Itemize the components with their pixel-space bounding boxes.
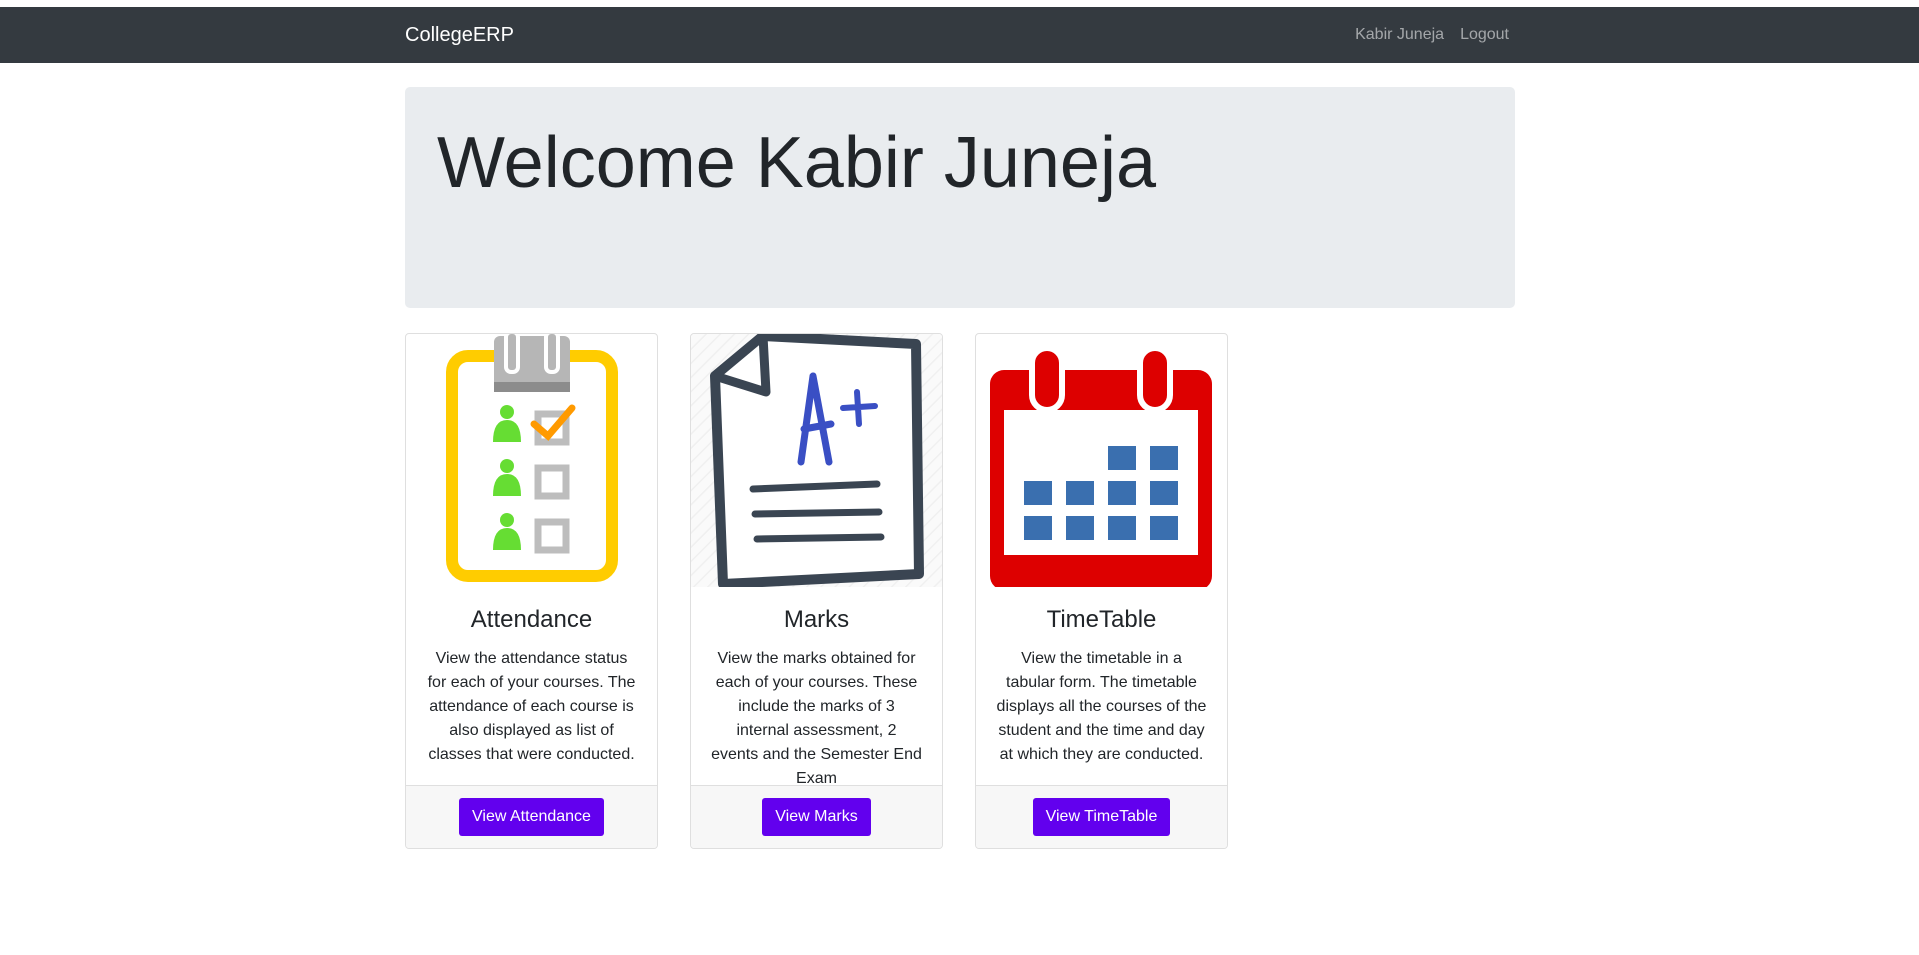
navbar: CollegeERP Kabir Juneja Logout xyxy=(0,7,1919,63)
attendance-card: Attendance View the attendance status fo… xyxy=(405,333,658,849)
marks-card: Marks View the marks obtained for each o… xyxy=(690,333,943,849)
graded-paper-icon xyxy=(691,334,942,587)
brand-link[interactable]: CollegeERP xyxy=(405,7,514,63)
timetable-card: TimeTable View the timetable in a tabula… xyxy=(975,333,1228,849)
navbar-links: Kabir Juneja Logout xyxy=(1355,7,1509,63)
card-footer: View TimeTable xyxy=(976,785,1227,848)
view-marks-button[interactable]: View Marks xyxy=(762,798,871,836)
card-title: TimeTable xyxy=(1046,606,1157,633)
card-footer: View Marks xyxy=(691,785,942,848)
welcome-heading: Welcome Kabir Juneja xyxy=(437,123,1157,203)
user-name-link[interactable]: Kabir Juneja xyxy=(1355,26,1444,44)
card-text: View the marks obtained for each of your… xyxy=(711,650,922,787)
card-title: Marks xyxy=(783,606,850,633)
top-strip xyxy=(0,0,1919,7)
card-text: View the attendance status for each of y… xyxy=(427,650,636,763)
card-footer: View Attendance xyxy=(406,785,657,848)
logout-link[interactable]: Logout xyxy=(1460,26,1509,44)
clipboard-checklist-icon xyxy=(406,334,657,587)
card-title: Attendance xyxy=(470,606,593,633)
calendar-icon xyxy=(976,334,1227,587)
card-text: View the timetable in a tabular form. Th… xyxy=(996,650,1207,763)
view-timetable-button[interactable]: View TimeTable xyxy=(1032,798,1171,836)
view-attendance-button[interactable]: View Attendance xyxy=(459,798,604,836)
welcome-jumbotron: Welcome Kabir Juneja xyxy=(405,87,1515,308)
